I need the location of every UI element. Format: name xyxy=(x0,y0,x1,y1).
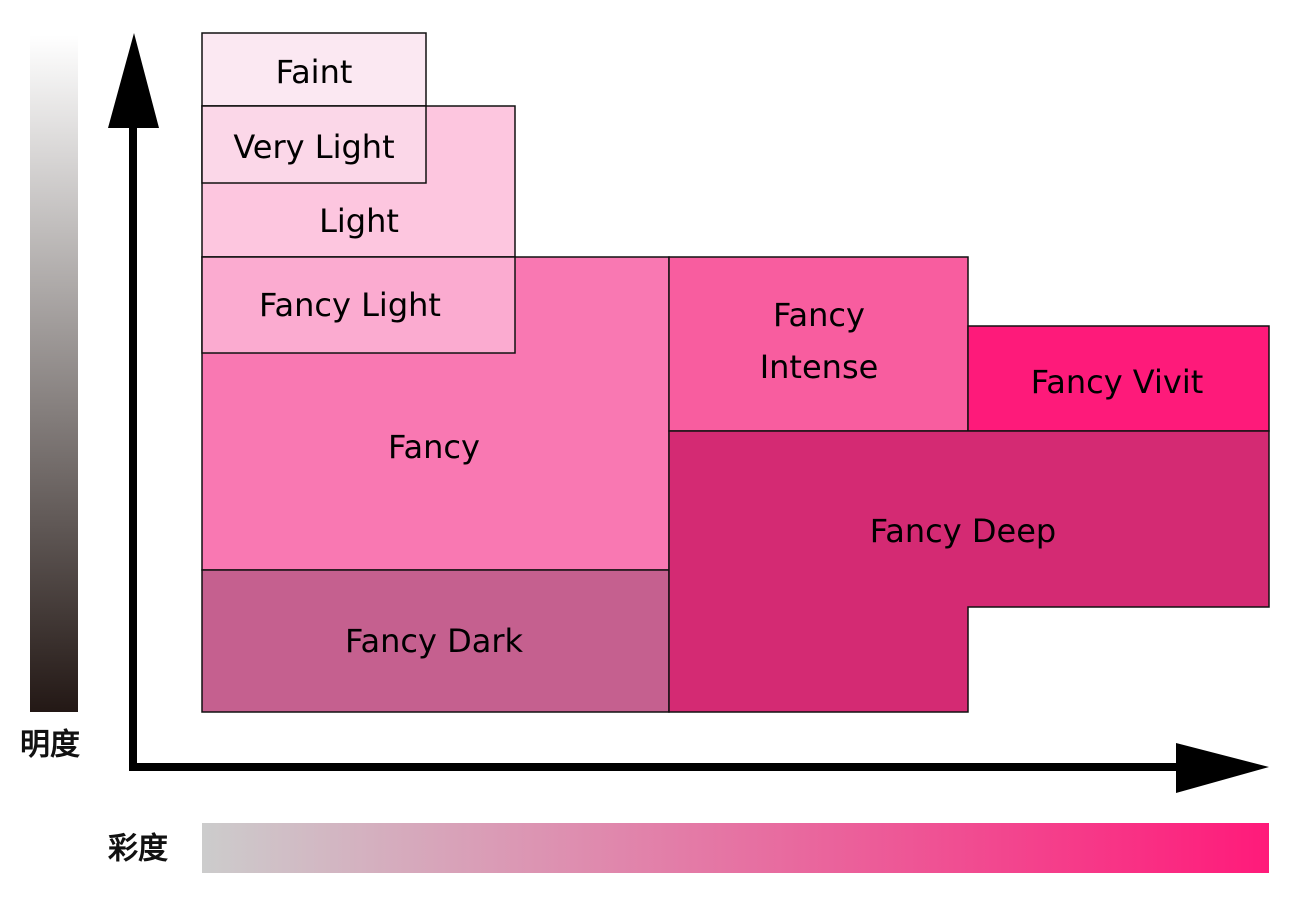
label-fancy-dark: Fancy Dark xyxy=(345,622,523,660)
saturation-gradient-bar xyxy=(202,823,1269,873)
label-fancy-light: Fancy Light xyxy=(259,286,441,324)
vertical-arrowhead-icon xyxy=(108,33,159,128)
label-faint: Faint xyxy=(276,53,353,91)
color-grade-diagram: 明度 彩度 Faint Very Light Light Fancy Light… xyxy=(20,32,1270,873)
label-very-light: Very Light xyxy=(233,128,394,166)
brightness-label: 明度 xyxy=(20,728,80,763)
saturation-label: 彩度 xyxy=(108,832,168,867)
label-fancy-vivid: Fancy Vivit xyxy=(1031,363,1204,401)
grade-box-fancy-deep xyxy=(668,430,1270,713)
brightness-gradient-bar xyxy=(30,35,78,712)
label-fancy-intense-line2: Intense xyxy=(760,348,879,386)
horizontal-arrowhead-icon xyxy=(1176,743,1269,793)
label-fancy: Fancy xyxy=(388,428,480,466)
label-light: Light xyxy=(319,202,399,240)
label-fancy-intense-line1: Fancy xyxy=(773,296,865,334)
grade-box-fancy-intense xyxy=(668,256,969,432)
label-fancy-deep: Fancy Deep xyxy=(870,512,1056,550)
